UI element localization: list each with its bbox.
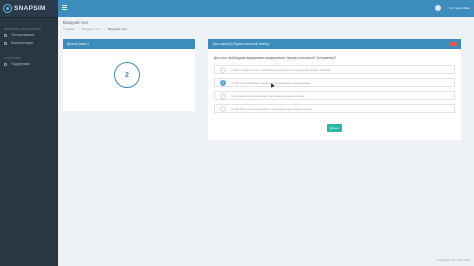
check-icon: ✓ <box>220 66 226 73</box>
topbar: Тестовый Иван <box>58 0 474 17</box>
next-button[interactable]: Далее <box>327 124 342 132</box>
answer-option-text: Чтобы было никаких ошибок в приложении д… <box>231 106 313 111</box>
footer-copyright: SnapSim© Ltd. 2014-2020 <box>436 258 470 262</box>
answer-option[interactable]: ✓ Чтобы было никаких ошибок в приложении… <box>214 104 455 113</box>
question-panel-title: Три-карта(с) Единственный выбор <box>212 42 270 46</box>
question-panel: Три-карта(с) Единственный выбор Для чего… <box>208 39 461 140</box>
answer-option-text: Чтобы выполнять процедуру на нижнем уров… <box>231 93 305 98</box>
sidebar-item-support[interactable]: Поддержка › <box>0 60 58 68</box>
timer-panel: Время (мин.) 2 <box>63 39 195 111</box>
menu-icon[interactable] <box>62 5 67 10</box>
page-title: Входной тест <box>63 20 89 25</box>
user-name[interactable]: Тестовый Иван <box>449 6 470 10</box>
breadcrumb-item-current: Входной тест <box>107 27 128 31</box>
logo-text: SNAPSIM <box>14 5 46 12</box>
testing-icon <box>4 33 7 37</box>
answer-option[interactable]: ✓ Чтобы выполнять процедуру на нижнем ур… <box>214 91 455 100</box>
question-panel-header: Три-карта(с) Единственный выбор <box>208 39 461 49</box>
breadcrumb-item[interactable]: Входной тест <box>82 27 101 31</box>
breadcrumb-separator: › <box>103 27 105 31</box>
sidebar-item-label: Поддержка <box>11 62 30 66</box>
breadcrumb: Главная › Входной тест › Входной тест <box>63 27 127 31</box>
sidebar: SNAPSIM ВЫБЕРИТЕ ОБРАЗОВАНИЕ Тестировани… <box>0 0 58 266</box>
breadcrumb-item[interactable]: Главная <box>63 27 75 31</box>
answer-option-selected[interactable]: ✓ Чтобы контролировать модель и направле… <box>214 78 455 87</box>
competencies-icon <box>4 41 7 45</box>
question-text: Для чего необходимо вжержимать выдержива… <box>214 56 337 60</box>
check-icon: ✓ <box>220 92 226 99</box>
sidebar-item-testing[interactable]: Тестирование › <box>0 31 58 39</box>
timer-circle: 2 <box>114 62 140 88</box>
close-button[interactable] <box>450 41 457 46</box>
logo[interactable]: SNAPSIM <box>0 0 58 18</box>
check-icon: ✓ <box>220 105 226 112</box>
check-icon: ✓ <box>220 79 226 86</box>
support-icon <box>4 62 7 66</box>
logo-icon <box>3 4 12 13</box>
sidebar-item-label: Тестирование <box>11 33 35 37</box>
timer-value: 2 <box>125 71 129 79</box>
sidebar-item-label: Компетенции <box>11 41 34 45</box>
sidebar-item-competencies[interactable]: Компетенции › <box>0 39 58 47</box>
chevron-right-icon: › <box>52 32 54 38</box>
chevron-right-icon: › <box>52 61 54 67</box>
breadcrumb-separator: › <box>77 27 79 31</box>
timer-panel-header: Время (мин.) <box>63 39 195 49</box>
answer-option[interactable]: ✓ Чтобы "герметичность" добились целостн… <box>214 65 455 74</box>
avatar[interactable] <box>435 5 441 11</box>
chevron-right-icon: › <box>52 40 54 46</box>
answer-option-text: Чтобы "герметичность" добились целостнос… <box>231 67 331 72</box>
